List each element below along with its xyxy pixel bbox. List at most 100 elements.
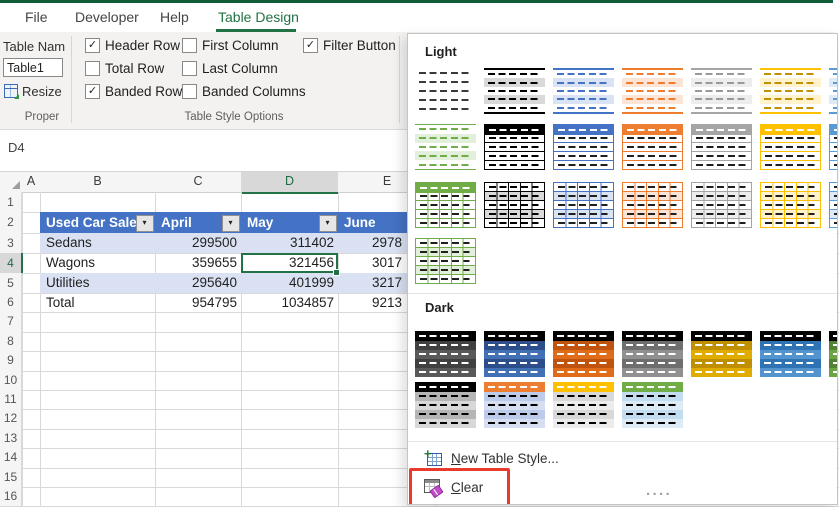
tab-table-design[interactable]: Table Design	[218, 9, 299, 25]
table-style-thumbnail[interactable]	[622, 124, 683, 170]
row-header-11[interactable]: 11	[0, 390, 22, 409]
table-style-thumbnail[interactable]	[415, 382, 476, 428]
table-style-thumbnail[interactable]	[622, 182, 683, 228]
cell-D5[interactable]: 401999	[241, 273, 334, 293]
thumb-body-row	[761, 218, 820, 227]
table-style-thumbnail[interactable]	[829, 331, 838, 377]
table-style-thumbnail[interactable]	[829, 68, 838, 114]
cell-D3[interactable]: 311402	[241, 233, 334, 253]
table-style-thumbnail[interactable]	[760, 182, 821, 228]
row-header-12[interactable]: 12	[0, 409, 22, 428]
table-style-thumbnail[interactable]	[760, 68, 821, 114]
row-header-13[interactable]: 13	[0, 429, 22, 448]
row-header-15[interactable]: 15	[0, 468, 22, 487]
table-style-thumbnail[interactable]	[691, 124, 752, 170]
checkbox-last-column[interactable]: Last Column	[182, 61, 278, 76]
filter-button[interactable]: ▾	[319, 215, 337, 232]
thumb-body-row	[622, 78, 683, 86]
table-style-thumbnail[interactable]	[691, 331, 752, 377]
row-header-6[interactable]: 6	[0, 293, 22, 312]
table-style-thumbnail[interactable]	[415, 182, 476, 228]
dash-pattern	[626, 82, 679, 84]
dash-pattern	[557, 353, 610, 355]
tab-developer[interactable]: Developer	[75, 9, 139, 25]
column-header-C[interactable]: C	[155, 172, 242, 193]
table-style-thumbnail[interactable]	[553, 382, 614, 428]
cell-C3[interactable]: 299500	[155, 233, 237, 253]
table-style-thumbnail[interactable]	[415, 331, 476, 377]
thumb-header-row	[415, 331, 476, 341]
table-style-thumbnail[interactable]	[553, 124, 614, 170]
row-header-4[interactable]: 4	[0, 253, 23, 273]
checkbox-header-row[interactable]: ✓Header Row	[85, 38, 180, 53]
thumb-body-row	[692, 160, 751, 169]
row-header-8[interactable]: 8	[0, 332, 22, 351]
checkbox-filter-button[interactable]: ✓Filter Button	[303, 38, 396, 53]
dash-pattern	[558, 222, 609, 224]
checkbox-total-row[interactable]: Total Row	[85, 61, 164, 76]
table-style-thumbnail[interactable]	[760, 124, 821, 170]
table-style-thumbnail[interactable]	[415, 124, 476, 170]
dash-pattern	[419, 90, 472, 92]
column-header-D[interactable]: D	[241, 172, 339, 194]
fill-handle[interactable]	[333, 269, 340, 276]
resize-table-button[interactable]: Resize	[4, 83, 62, 99]
row-header-9[interactable]: 9	[0, 351, 22, 370]
cell-E6[interactable]: 9213	[372, 293, 402, 313]
column-header-B[interactable]: B	[40, 172, 156, 193]
row-header-2[interactable]: 2	[0, 212, 22, 234]
filter-button[interactable]: ▾	[136, 215, 154, 232]
cell-C4[interactable]: 359655	[155, 253, 237, 273]
cell-E5[interactable]: 3217	[372, 273, 402, 293]
table-style-thumbnail[interactable]	[691, 68, 752, 114]
table-style-thumbnail[interactable]	[553, 182, 614, 228]
select-all-corner[interactable]	[0, 172, 23, 193]
row-header-1[interactable]: 1	[0, 192, 22, 212]
table-style-thumbnail[interactable]	[553, 331, 614, 377]
table-style-thumbnail[interactable]	[415, 68, 476, 114]
gallery-resize-handle[interactable]: ····	[646, 486, 672, 503]
row-header-16[interactable]: 16	[0, 487, 22, 506]
table-style-thumbnail[interactable]	[691, 182, 752, 228]
cell-B3[interactable]: Sedans	[46, 233, 92, 253]
table-style-thumbnail[interactable]	[622, 331, 683, 377]
cell-B5[interactable]: Utilities	[46, 273, 90, 293]
table-style-thumbnail[interactable]	[829, 182, 838, 228]
tab-file[interactable]: File	[25, 9, 48, 25]
cell-B4[interactable]: Wagons	[46, 253, 95, 273]
table-style-thumbnail[interactable]	[760, 331, 821, 377]
table-style-thumbnail[interactable]	[622, 68, 683, 114]
checkbox-first-column[interactable]: First Column	[182, 38, 279, 53]
column-header-A[interactable]: A	[22, 172, 41, 193]
cell-E3[interactable]: 2978	[372, 233, 402, 253]
table-style-thumbnail[interactable]	[622, 382, 683, 428]
checkbox-banded-rows[interactable]: ✓Banded Rows	[85, 84, 189, 99]
cell-B6[interactable]: Total	[46, 293, 75, 313]
row-header-7[interactable]: 7	[0, 312, 22, 331]
table-style-thumbnail[interactable]	[484, 124, 545, 170]
cell-D4[interactable]: 321456	[241, 253, 334, 273]
table-style-thumbnail[interactable]	[484, 382, 545, 428]
new-table-style-menu-item[interactable]: + New Table Style...	[408, 446, 838, 470]
cell-E4[interactable]: 3017	[372, 253, 402, 273]
name-box[interactable]: D4	[8, 140, 25, 155]
table-style-thumbnail[interactable]	[553, 68, 614, 114]
filter-button[interactable]: ▾	[222, 215, 240, 232]
table-name-input[interactable]	[3, 58, 63, 77]
dash-pattern	[420, 204, 471, 206]
thumb-body-row	[760, 368, 821, 377]
checkbox-banded-columns[interactable]: Banded Columns	[182, 84, 306, 99]
row-header-3[interactable]: 3	[0, 233, 22, 253]
row-header-14[interactable]: 14	[0, 448, 22, 467]
table-style-thumbnail[interactable]	[415, 238, 476, 284]
cell-C6[interactable]: 954795	[155, 293, 237, 313]
cell-C5[interactable]: 295640	[155, 273, 237, 293]
table-style-thumbnail[interactable]	[484, 182, 545, 228]
table-style-thumbnail[interactable]	[484, 68, 545, 114]
table-style-thumbnail[interactable]	[829, 124, 838, 170]
cell-D6[interactable]: 1034857	[241, 293, 334, 313]
table-style-thumbnail[interactable]	[484, 331, 545, 377]
tab-help[interactable]: Help	[160, 9, 189, 25]
row-header-10[interactable]: 10	[0, 371, 22, 390]
row-header-5[interactable]: 5	[0, 273, 22, 293]
